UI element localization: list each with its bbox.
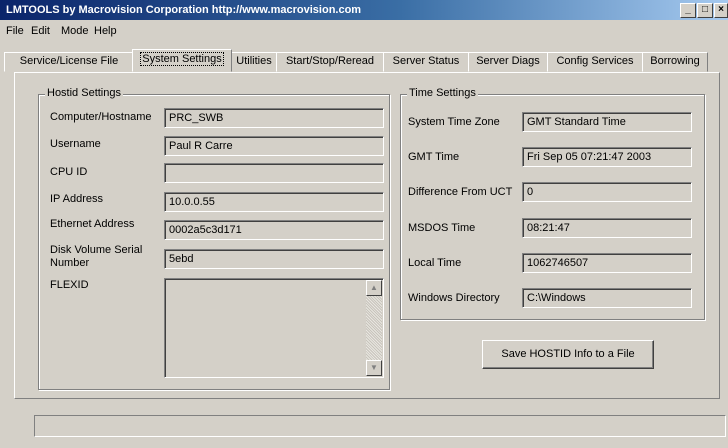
ip-address-field[interactable]: 10.0.0.55 — [164, 192, 384, 212]
windows-directory-label: Windows Directory — [408, 292, 500, 304]
title-bar[interactable]: LMTOOLS by Macrovision Corporation http:… — [0, 0, 728, 20]
disk-volume-serial-label-line2: Number — [50, 257, 90, 269]
tab-strip: Service/License File System Settings Uti… — [0, 48, 728, 72]
local-time-label: Local Time — [408, 257, 462, 269]
window-title: LMTOOLS by Macrovision Corporation http:… — [6, 4, 362, 16]
tab-server-status[interactable]: Server Status — [383, 52, 469, 72]
scroll-up-arrow-icon[interactable]: ▲ — [366, 280, 382, 296]
time-settings-title: Time Settings — [407, 87, 478, 99]
msdos-time-label: MSDOS Time — [408, 222, 476, 234]
ethernet-address-field[interactable]: 0002a5c3d171 — [164, 220, 384, 240]
system-time-zone-label: System Time Zone — [408, 116, 500, 128]
gmt-time-field[interactable]: Fri Sep 05 07:21:47 2003 — [522, 147, 692, 167]
menu-bar: File Edit Mode Help — [0, 22, 728, 40]
minimize-button[interactable]: _ — [680, 3, 696, 18]
computer-hostname-field[interactable]: PRC_SWB — [164, 108, 384, 128]
system-time-zone-field[interactable]: GMT Standard Time — [522, 112, 692, 132]
local-time-field[interactable]: 1062746507 — [522, 253, 692, 273]
maximize-button[interactable]: □ — [697, 3, 713, 18]
disk-volume-serial-label: Disk Volume Serial Number — [50, 244, 142, 270]
windows-directory-field[interactable]: C:\Windows — [522, 288, 692, 308]
menu-mode[interactable]: Mode — [61, 25, 89, 37]
ethernet-address-label: Ethernet Address — [50, 218, 135, 230]
flexid-list[interactable]: ▲ ▼ — [164, 278, 384, 378]
tab-start-stop-reread[interactable]: Start/Stop/Reread — [276, 52, 384, 72]
username-label: Username — [50, 138, 101, 150]
flexid-scrollbar[interactable]: ▲ ▼ — [366, 280, 382, 376]
disk-volume-serial-label-line1: Disk Volume Serial — [50, 244, 143, 256]
hostid-settings-title: Hostid Settings — [45, 87, 123, 99]
ip-address-label: IP Address — [50, 193, 103, 205]
close-button[interactable]: × — [714, 3, 728, 18]
tab-server-diags[interactable]: Server Diags — [468, 52, 548, 72]
difference-from-uct-field[interactable]: 0 — [522, 182, 692, 202]
disk-volume-serial-field[interactable]: 5ebd — [164, 249, 384, 269]
difference-from-uct-label: Difference From UCT — [408, 186, 513, 198]
username-field[interactable]: Paul R Carre — [164, 136, 384, 156]
status-bar — [34, 415, 726, 437]
computer-hostname-label: Computer/Hostname — [50, 111, 152, 123]
msdos-time-field[interactable]: 08:21:47 — [522, 218, 692, 238]
cpu-id-field[interactable] — [164, 163, 384, 183]
menu-help[interactable]: Help — [94, 25, 117, 37]
app-window: LMTOOLS by Macrovision Corporation http:… — [0, 0, 728, 448]
tab-system-settings[interactable]: System Settings — [132, 49, 232, 72]
menu-edit[interactable]: Edit — [31, 25, 50, 37]
scroll-down-arrow-icon[interactable]: ▼ — [366, 360, 382, 376]
tab-service-license-file[interactable]: Service/License File — [4, 52, 134, 72]
tab-utilities[interactable]: Utilities — [231, 52, 277, 72]
tab-system-settings-label: System Settings — [140, 52, 224, 66]
save-hostid-button[interactable]: Save HOSTID Info to a File — [482, 340, 654, 369]
tab-borrowing[interactable]: Borrowing — [642, 52, 708, 72]
flexid-label: FLEXID — [50, 279, 89, 291]
tab-config-services[interactable]: Config Services — [547, 52, 643, 72]
menu-file[interactable]: File — [6, 25, 24, 37]
cpu-id-label: CPU ID — [50, 166, 88, 178]
gmt-time-label: GMT Time — [408, 151, 460, 163]
